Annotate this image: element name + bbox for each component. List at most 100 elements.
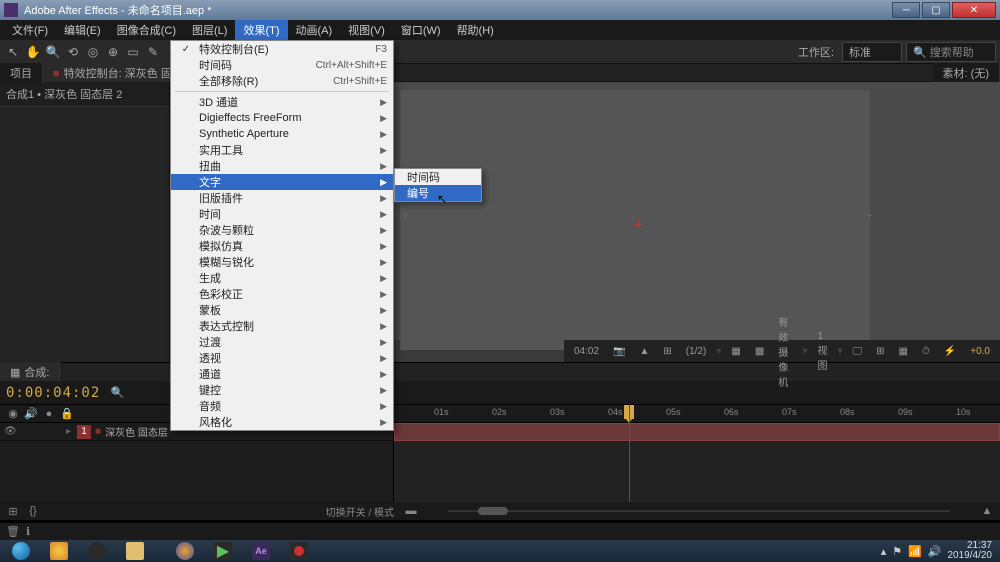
minimize-button[interactable]: ─ bbox=[892, 2, 920, 18]
viewer-camera[interactable]: 有效摄像机 bbox=[774, 314, 796, 389]
av-icon[interactable]: 🔊 bbox=[24, 407, 38, 421]
task-after-effects[interactable]: Ae bbox=[243, 541, 279, 561]
speaker-icon[interactable] bbox=[18, 426, 30, 438]
menu-item[interactable]: 模拟仿真▶ bbox=[171, 238, 393, 254]
timecode-icon[interactable]: ⏱ bbox=[918, 346, 934, 357]
menu-item[interactable]: 旧版插件▶ bbox=[171, 190, 393, 206]
menu-item[interactable]: 模糊与锐化▶ bbox=[171, 254, 393, 270]
tab-footage[interactable]: 素材: (无) bbox=[933, 63, 1000, 83]
menu-effect[interactable]: 效果(T) bbox=[235, 20, 287, 40]
menu-item[interactable]: 透视▶ bbox=[171, 350, 393, 366]
menu-item[interactable]: 杂波与颗粒▶ bbox=[171, 222, 393, 238]
pixel-icon[interactable]: ▦ bbox=[895, 346, 912, 357]
menu-item[interactable]: 生成▶ bbox=[171, 270, 393, 286]
timeline-zoom-slider[interactable] bbox=[448, 506, 950, 516]
rotate-tool-icon[interactable]: ⟲ bbox=[64, 43, 82, 61]
fast-preview-icon[interactable]: ⚡ bbox=[940, 346, 960, 357]
chevron-right-icon[interactable]: ▸ bbox=[66, 426, 71, 437]
viewer-exposure[interactable]: +0.0 bbox=[966, 346, 994, 357]
menu-item[interactable]: 全部移除(R)Ctrl+Shift+E bbox=[171, 73, 393, 89]
layer-name[interactable]: 深灰色 固态层 bbox=[105, 424, 168, 439]
tab-project[interactable]: 项目 bbox=[0, 63, 43, 83]
lock-small-icon[interactable] bbox=[46, 426, 58, 438]
menu-animation[interactable]: 动画(A) bbox=[288, 20, 341, 40]
menu-item[interactable]: 时间码Ctrl+Alt+Shift+E bbox=[171, 57, 393, 73]
display-icon[interactable]: 🖵 bbox=[849, 346, 867, 357]
mask-icon[interactable]: ▩ bbox=[751, 346, 768, 357]
timeline-timecode[interactable]: 0:00:04:02 bbox=[6, 385, 100, 401]
menu-view[interactable]: 视图(V) bbox=[340, 20, 393, 40]
solo-dot-icon[interactable] bbox=[32, 426, 44, 438]
menu-item[interactable]: 蒙板▶ bbox=[171, 302, 393, 318]
eye-icon[interactable]: 👁 bbox=[4, 426, 16, 438]
anchor-tool-icon[interactable]: ⊕ bbox=[104, 43, 122, 61]
menu-edit[interactable]: 编辑(E) bbox=[56, 20, 109, 40]
brace-icon[interactable]: {} bbox=[26, 504, 40, 518]
toggle-switches-label[interactable]: 切换开关 / 模式 bbox=[326, 504, 394, 519]
start-button[interactable] bbox=[2, 541, 40, 561]
rect-tool-icon[interactable]: ▭ bbox=[124, 43, 142, 61]
menu-item[interactable]: 通道▶ bbox=[171, 366, 393, 382]
menu-item[interactable]: 音频▶ bbox=[171, 398, 393, 414]
task-qq[interactable] bbox=[79, 541, 115, 561]
volume-icon[interactable]: 🔊 bbox=[928, 545, 942, 558]
menu-window[interactable]: 窗口(W) bbox=[393, 20, 449, 40]
camera-tool-icon[interactable]: ◎ bbox=[84, 43, 102, 61]
menu-item[interactable]: Digieffects FreeForm▶ bbox=[171, 110, 393, 126]
info-icon[interactable]: ℹ bbox=[26, 525, 40, 539]
submenu-item[interactable]: 编号 bbox=[395, 185, 481, 201]
zoom-in-icon[interactable]: ▲ bbox=[980, 504, 994, 518]
hand-tool-icon[interactable]: ✋ bbox=[24, 43, 42, 61]
system-clock[interactable]: 21:37 2019/4/20 bbox=[948, 541, 993, 561]
tab-timeline[interactable]: ▦合成: bbox=[0, 362, 60, 382]
viewer-zoom[interactable]: (1/2) bbox=[682, 346, 711, 357]
channel-icon[interactable]: ▦ bbox=[727, 346, 744, 357]
workspace-select[interactable]: 标准 bbox=[842, 42, 902, 62]
menu-help[interactable]: 帮助(H) bbox=[449, 20, 502, 40]
timeline-tracks[interactable] bbox=[394, 423, 1000, 502]
shy-icon[interactable]: ◉ bbox=[6, 407, 20, 421]
toggle-switches-icon[interactable]: ⊞ bbox=[6, 504, 20, 518]
menu-item[interactable]: 表达式控制▶ bbox=[171, 318, 393, 334]
selection-tool-icon[interactable]: ↖ bbox=[4, 43, 22, 61]
task-chrome[interactable] bbox=[41, 541, 77, 561]
search-icon[interactable]: 🔍 bbox=[110, 386, 124, 400]
menu-item[interactable]: 时间▶ bbox=[171, 206, 393, 222]
zoom-out-icon[interactable]: ▬ bbox=[404, 504, 418, 518]
menu-item[interactable]: 键控▶ bbox=[171, 382, 393, 398]
maximize-button[interactable]: ▢ bbox=[922, 2, 950, 18]
viewer-views[interactable]: 1 视图 bbox=[813, 331, 831, 372]
guide-icon[interactable]: ⊞ bbox=[872, 346, 888, 357]
submenu-item[interactable]: 时间码 bbox=[395, 169, 481, 185]
bin-icon[interactable]: 🗑 bbox=[6, 525, 20, 539]
viewer-time[interactable]: 04:02 bbox=[570, 346, 603, 357]
flag-icon[interactable]: ⚑ bbox=[892, 545, 902, 558]
menu-composition[interactable]: 图像合成(C) bbox=[109, 20, 184, 40]
pen-tool-icon[interactable]: ✎ bbox=[144, 43, 162, 61]
wifi-icon[interactable]: 📶 bbox=[908, 545, 922, 558]
triangle-icon[interactable]: ▲ bbox=[635, 346, 653, 357]
menu-item[interactable]: ✓特效控制台(E)F3 bbox=[171, 41, 393, 57]
task-firefox[interactable] bbox=[167, 541, 203, 561]
grid-icon[interactable]: ⊞ bbox=[659, 346, 675, 357]
lock-icon[interactable]: 🔒 bbox=[60, 407, 74, 421]
menu-item[interactable]: 文字▶ bbox=[171, 174, 393, 190]
menu-item[interactable]: 色彩校正▶ bbox=[171, 286, 393, 302]
task-explorer[interactable] bbox=[117, 541, 153, 561]
layer-bar[interactable] bbox=[394, 423, 1000, 441]
task-record[interactable] bbox=[281, 541, 317, 561]
camera-icon[interactable]: 📷 bbox=[609, 346, 629, 357]
search-help-input[interactable]: 🔍 搜索帮助 bbox=[906, 42, 996, 62]
solo-icon[interactable]: ● bbox=[42, 407, 56, 421]
menu-file[interactable]: 文件(F) bbox=[4, 20, 56, 40]
menu-layer[interactable]: 图层(L) bbox=[184, 20, 235, 40]
menu-item[interactable]: 实用工具▶ bbox=[171, 142, 393, 158]
chevron-up-icon[interactable]: ▴ bbox=[881, 545, 887, 558]
timeline-ruler[interactable]: 01s02s03s04s05s06s07s08s09s10s bbox=[394, 405, 1000, 423]
menu-item[interactable]: 3D 通道▶ bbox=[171, 94, 393, 110]
menu-item[interactable]: 过渡▶ bbox=[171, 334, 393, 350]
menu-item[interactable]: Synthetic Aperture▶ bbox=[171, 126, 393, 142]
close-button[interactable]: ✕ bbox=[952, 2, 996, 18]
menu-item[interactable]: 扭曲▶ bbox=[171, 158, 393, 174]
menu-item[interactable]: 风格化▶ bbox=[171, 414, 393, 430]
